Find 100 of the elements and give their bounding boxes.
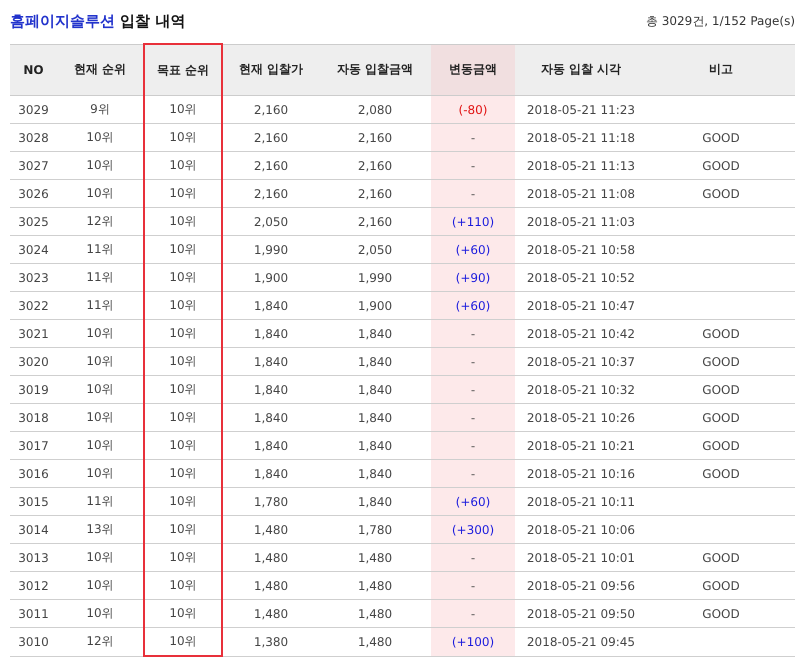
table-cell: 3013 <box>10 544 57 572</box>
page-title: 홈페이지솔루션 입찰 내역 <box>10 12 186 31</box>
table-cell: 1,840 <box>222 348 319 376</box>
table-cell: 10위 <box>57 600 144 628</box>
table-cell: 10위 <box>144 180 222 208</box>
table-cell: 10위 <box>57 460 144 488</box>
table-cell: 3029 <box>10 96 57 124</box>
table-cell: 10위 <box>144 544 222 572</box>
table-cell: 2018-05-21 10:52 <box>515 264 647 292</box>
table-cell: (+60) <box>431 292 515 320</box>
record-count: 총 3029건, 1/152 Page(s) <box>646 13 795 30</box>
table-cell: 1,840 <box>222 404 319 432</box>
table-cell: 10위 <box>144 600 222 628</box>
table-cell: 10위 <box>144 264 222 292</box>
table-cell: GOOD <box>647 460 795 488</box>
table-cell: 1,840 <box>222 292 319 320</box>
table-cell: 3020 <box>10 348 57 376</box>
table-cell: 10위 <box>144 236 222 264</box>
table-cell: 3017 <box>10 432 57 460</box>
table-cell: GOOD <box>647 572 795 600</box>
table-cell: 1,900 <box>222 264 319 292</box>
table-cell: 10위 <box>144 124 222 152</box>
table-cell: 12위 <box>57 208 144 236</box>
table-cell: 10위 <box>57 180 144 208</box>
table-cell: 2018-05-21 09:45 <box>515 628 647 656</box>
table-cell: 1,990 <box>222 236 319 264</box>
table-cell: 10위 <box>144 376 222 404</box>
table-cell: 1,840 <box>222 432 319 460</box>
table-cell: - <box>431 460 515 488</box>
table-cell: 10위 <box>57 124 144 152</box>
table-cell: 2018-05-21 10:01 <box>515 544 647 572</box>
table-cell: 11위 <box>57 292 144 320</box>
table-cell: 2018-05-21 10:26 <box>515 404 647 432</box>
table-cell: 2018-05-21 10:16 <box>515 460 647 488</box>
table-cell: 1,480 <box>222 516 319 544</box>
table-cell: (+60) <box>431 236 515 264</box>
table-cell: 3027 <box>10 152 57 180</box>
table-cell: 11위 <box>57 236 144 264</box>
table-cell: GOOD <box>647 432 795 460</box>
column-header: 비고 <box>647 44 795 96</box>
table-cell: 3016 <box>10 460 57 488</box>
table-cell: 10위 <box>57 572 144 600</box>
table-cell: 1,380 <box>222 628 319 656</box>
table-cell: 10위 <box>144 460 222 488</box>
table-cell: 10위 <box>144 572 222 600</box>
table-cell: 2018-05-21 09:56 <box>515 572 647 600</box>
table-cell: 1,480 <box>222 600 319 628</box>
table-cell: (+90) <box>431 264 515 292</box>
table-cell: 10위 <box>144 628 222 656</box>
table-cell: 2,160 <box>222 96 319 124</box>
table-cell: 10위 <box>57 348 144 376</box>
table-cell: 2018-05-21 11:13 <box>515 152 647 180</box>
table-cell: 3011 <box>10 600 57 628</box>
table-cell: 3026 <box>10 180 57 208</box>
column-header: 자동 입찰금액 <box>319 44 431 96</box>
table-cell: GOOD <box>647 404 795 432</box>
table-cell: 10위 <box>144 348 222 376</box>
table-cell: 12위 <box>57 628 144 656</box>
column-header: 자동 입찰 시각 <box>515 44 647 96</box>
table-cell: 3024 <box>10 236 57 264</box>
table-cell: 2018-05-21 11:08 <box>515 180 647 208</box>
table-cell: - <box>431 404 515 432</box>
table-cell: 2018-05-21 11:18 <box>515 124 647 152</box>
table-cell: 2,160 <box>222 124 319 152</box>
column-header: 목표 순위 <box>144 44 222 96</box>
table-cell: 3025 <box>10 208 57 236</box>
table-cell: 1,780 <box>222 488 319 516</box>
table-cell: 2018-05-21 10:58 <box>515 236 647 264</box>
table-cell: 3021 <box>10 320 57 348</box>
table-cell: GOOD <box>647 180 795 208</box>
table-cell: 1,480 <box>222 572 319 600</box>
table-cell: 13위 <box>57 516 144 544</box>
table-cell: 10위 <box>144 404 222 432</box>
table-cell: GOOD <box>647 124 795 152</box>
table-cell: - <box>431 348 515 376</box>
table-cell: 3012 <box>10 572 57 600</box>
column-header: 현재 순위 <box>57 44 144 96</box>
table-cell: 10위 <box>57 376 144 404</box>
table-cell: 10위 <box>144 96 222 124</box>
column-header: 현재 입찰가 <box>222 44 319 96</box>
table-cell: 2018-05-21 10:37 <box>515 348 647 376</box>
column-header: 변동금액 <box>431 44 515 96</box>
table-cell: 2018-05-21 10:06 <box>515 516 647 544</box>
table-cell: - <box>431 152 515 180</box>
table-cell: GOOD <box>647 320 795 348</box>
table-cell: 10위 <box>57 404 144 432</box>
table-cell: - <box>431 432 515 460</box>
table-cell: 10위 <box>144 432 222 460</box>
table-cell: 9위 <box>57 96 144 124</box>
table-cell: (+60) <box>431 488 515 516</box>
table-cell: 2018-05-21 09:50 <box>515 600 647 628</box>
table-cell: 2018-05-21 10:21 <box>515 432 647 460</box>
table-cell: 10위 <box>144 208 222 236</box>
column-header: NO <box>10 44 57 96</box>
table-cell: 2018-05-21 10:47 <box>515 292 647 320</box>
table-cell: 1,840 <box>222 320 319 348</box>
table-cell: 1,840 <box>222 460 319 488</box>
table-cell: 3022 <box>10 292 57 320</box>
table-cell: 10위 <box>144 320 222 348</box>
table-cell: 10위 <box>57 544 144 572</box>
